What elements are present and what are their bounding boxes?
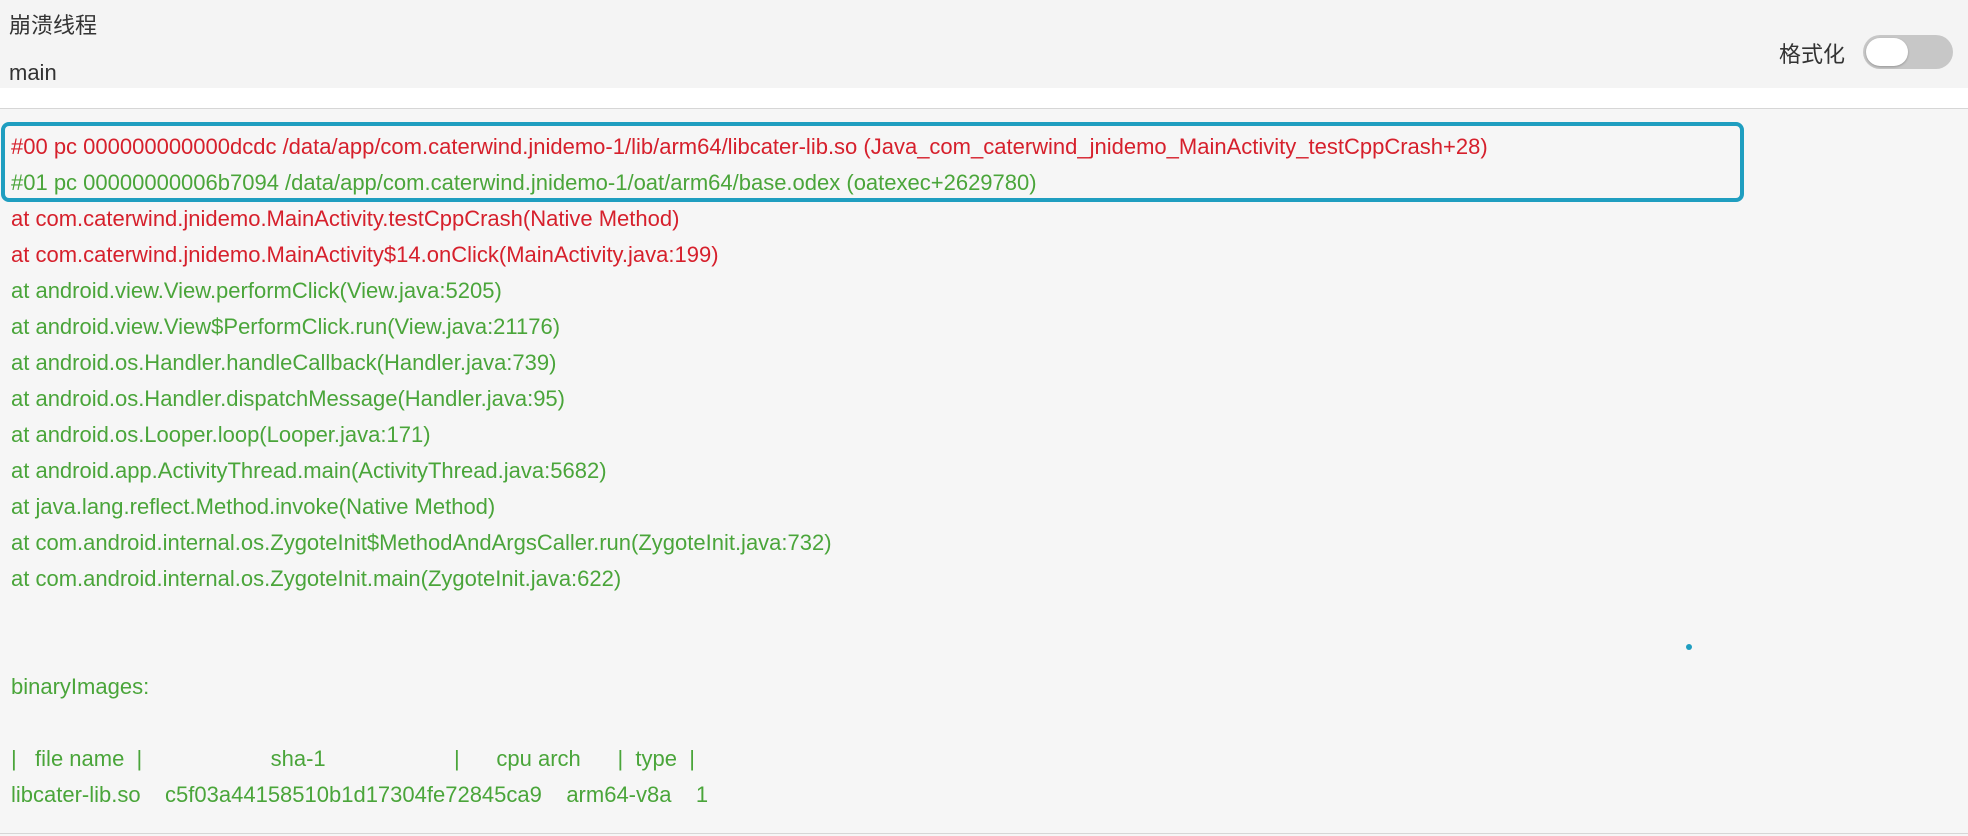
stack-line-0: #00 pc 000000000000dcdc /data/app/com.ca… (11, 134, 1488, 159)
stack-line-11: at com.android.internal.os.ZygoteInit$Me… (11, 530, 832, 555)
header-divider (0, 88, 1968, 108)
stack-line-10: at java.lang.reflect.Method.invoke(Nativ… (11, 494, 496, 519)
indicator-dot (1686, 644, 1692, 650)
binary-images-title: binaryImages: (11, 674, 150, 699)
toggle-knob (1866, 38, 1908, 66)
bottom-divider (0, 833, 1968, 834)
stack-line-8: at android.os.Looper.loop(Looper.java:17… (11, 422, 431, 447)
stack-line-1: #01 pc 00000000006b7094 /data/app/com.ca… (11, 170, 1037, 195)
binary-images-header-row: | file name | sha-1 | cpu arch | type | (11, 746, 695, 771)
crash-thread-header: 崩溃线程 main 格式化 (0, 0, 1968, 88)
format-label: 格式化 (1779, 42, 1846, 67)
binary-images-row: libcater-lib.so c5f03a44158510b1d17304fe… (11, 782, 709, 807)
format-toggle[interactable] (1863, 35, 1953, 69)
crash-thread-name: main (9, 60, 57, 85)
stack-line-4: at android.view.View.performClick(View.j… (11, 278, 502, 303)
stack-line-6: at android.os.Handler.handleCallback(Han… (11, 350, 557, 375)
stack-line-12: at com.android.internal.os.ZygoteInit.ma… (11, 566, 622, 591)
crash-thread-label: 崩溃线程 (9, 13, 98, 38)
stack-line-9: at android.app.ActivityThread.main(Activ… (11, 458, 607, 483)
stack-line-5: at android.view.View$PerformClick.run(Vi… (11, 314, 561, 339)
stack-line-3: at com.caterwind.jnidemo.MainActivity$14… (11, 242, 719, 267)
stack-line-7: at android.os.Handler.dispatchMessage(Ha… (11, 386, 565, 411)
stack-line-2: at com.caterwind.jnidemo.MainActivity.te… (11, 206, 680, 231)
